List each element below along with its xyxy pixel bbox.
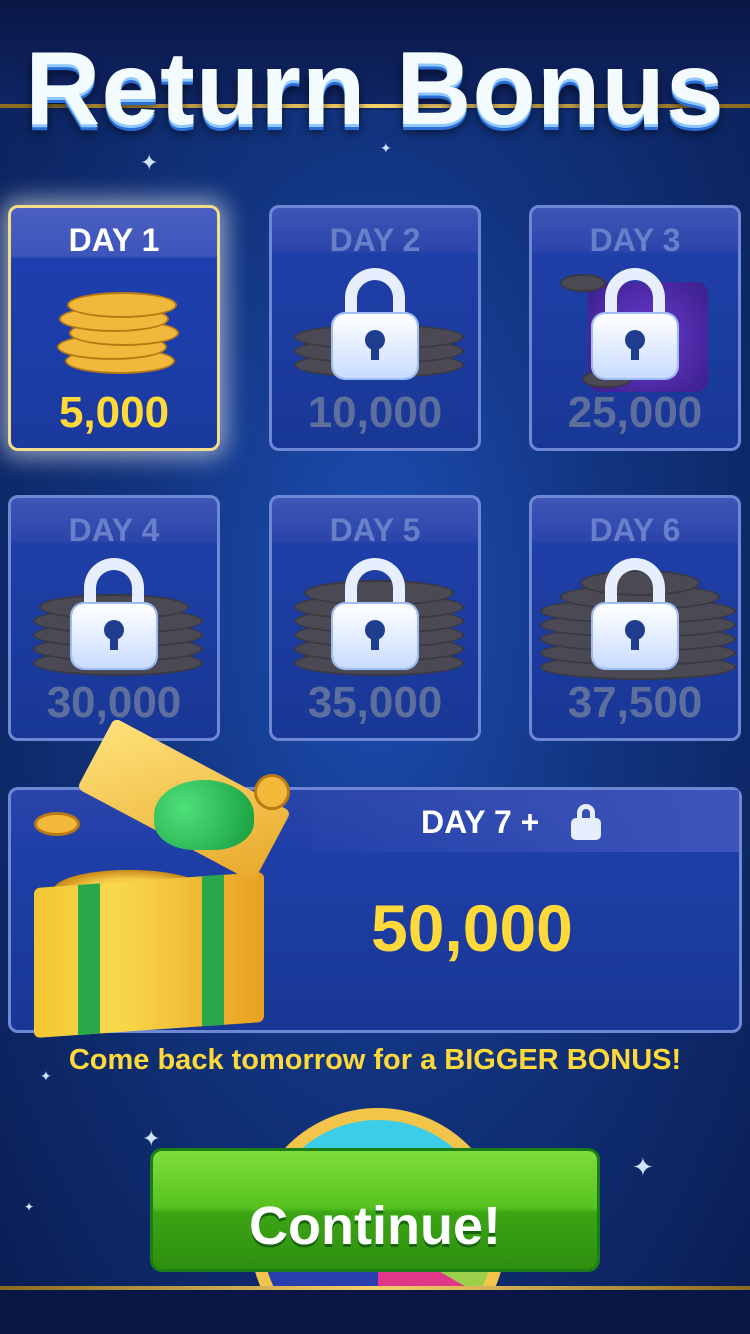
day-amount: 50,000 <box>371 891 573 965</box>
day-amount: 5,000 <box>58 388 170 437</box>
day-amount: 37,500 <box>567 678 703 727</box>
day-tile-5[interactable]: DAY 5 35,000 <box>269 495 481 741</box>
sparkle-icon: ✦ <box>380 140 392 156</box>
lock-icon <box>571 804 601 840</box>
gift-chips-icon <box>532 268 738 392</box>
day-label: DAY 3 <box>589 222 681 258</box>
coin-icon <box>254 774 290 810</box>
day-amount: 35,000 <box>307 678 443 727</box>
coin-stack-icon <box>11 268 217 388</box>
day-tile-4[interactable]: DAY 4 30,000 <box>8 495 220 741</box>
day-tile-3[interactable]: DAY 3 25,000 <box>529 205 741 451</box>
day-tile-1[interactable]: DAY 1 5,000 <box>8 205 220 451</box>
day-label: DAY 1 <box>68 222 160 258</box>
day-label: DAY 2 <box>329 222 421 258</box>
bonus-message: Come back tomorrow for a BIGGER BONUS! <box>68 1044 682 1076</box>
sparkle-icon: ✦ <box>140 150 159 175</box>
chip-stack-icon <box>272 558 478 678</box>
chip-stack-icon <box>532 558 738 680</box>
gift-box-icon <box>14 717 304 1050</box>
day-tile-6[interactable]: DAY 6 37,500 <box>529 495 741 741</box>
day-amount: 10,000 <box>307 388 443 437</box>
coin-icon <box>34 812 80 836</box>
day-label: DAY 7 + <box>421 804 540 840</box>
continue-button[interactable]: Continue! <box>150 1148 600 1272</box>
chip-stack-icon <box>272 268 478 388</box>
sparkle-icon: ✦ <box>632 1152 654 1182</box>
sparkle-icon: ✦ <box>24 1200 35 1214</box>
day-tile-2[interactable]: DAY 2 10,000 <box>269 205 481 451</box>
day-amount: 25,000 <box>567 388 703 437</box>
day-label: DAY 4 <box>68 512 160 548</box>
day-label: DAY 5 <box>329 512 421 548</box>
day-label: DAY 6 <box>589 512 681 548</box>
footer-strip <box>0 1290 750 1334</box>
chip-stack-icon <box>11 558 217 678</box>
page-title: Return Bonus <box>25 31 725 147</box>
